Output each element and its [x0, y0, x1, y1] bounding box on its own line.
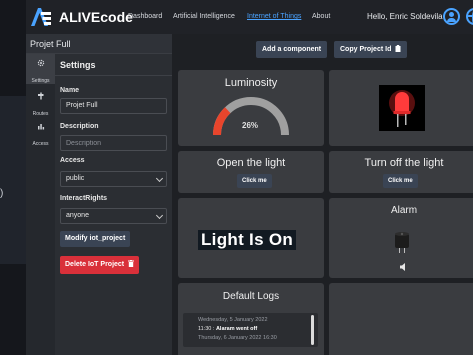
- open-light-button[interactable]: Click me: [237, 174, 272, 188]
- settings-panel: Settings Name Projet Full Description Ac…: [55, 54, 172, 355]
- chevron-down-icon: [155, 174, 164, 183]
- background-window-edge: ): [0, 0, 26, 355]
- name-field[interactable]: Projet Full: [60, 98, 167, 114]
- components-area: Add a component Copy Project Id Luminosi…: [172, 34, 473, 355]
- empty-component-card: [329, 283, 473, 355]
- chart-icon: [37, 124, 44, 130]
- modify-project-button[interactable]: Modify iot_project: [60, 231, 131, 247]
- logs-card: Default Logs Wednesday, 5 January 2022 1…: [178, 283, 324, 355]
- log-entry-time: 11:30 :: [198, 326, 215, 332]
- turn-off-light-button[interactable]: Click me: [383, 174, 418, 188]
- copy-project-id-button[interactable]: Copy Project Id: [334, 41, 408, 58]
- buzzer-icon: [395, 232, 409, 253]
- tab-routes[interactable]: Routes: [26, 87, 55, 117]
- open-light-card: Open the light Click me: [178, 151, 324, 193]
- tab-settings[interactable]: Settings: [26, 54, 55, 84]
- turn-off-light-title: Turn off the light: [364, 157, 444, 169]
- red-led-icon: [379, 85, 425, 131]
- access-select[interactable]: public: [60, 171, 167, 187]
- access-select-value: public: [66, 175, 85, 182]
- project-title: Projet Full: [30, 39, 71, 49]
- speaker-icon[interactable]: [400, 263, 408, 271]
- tab-access-label: Access: [32, 141, 49, 147]
- user-account-icon[interactable]: [443, 8, 460, 25]
- log-entry-date: Wednesday, 5 January 2022: [198, 317, 268, 323]
- interact-rights-select-value: anyone: [66, 212, 89, 219]
- user-greeting: Hello, Enric Soldevila: [367, 12, 443, 21]
- add-component-button[interactable]: Add a component: [256, 41, 328, 58]
- chevron-down-icon: [155, 211, 164, 220]
- tab-access[interactable]: Access: [26, 117, 55, 147]
- trash-icon: [128, 260, 135, 267]
- clipboard-icon: [395, 45, 401, 52]
- log-entry-date: Thursday, 6 January 2022 16:30: [198, 335, 277, 341]
- logs-list[interactable]: Wednesday, 5 January 2022 11:30 : Alaram…: [183, 313, 318, 347]
- nav-link-internet-of-things[interactable]: Internet of Things: [247, 13, 301, 20]
- luminosity-gauge: [213, 97, 289, 136]
- settings-title: Settings: [60, 60, 96, 70]
- top-navbar: ALIVEcode Dashboard Artificial Intellige…: [26, 0, 473, 34]
- access-label: Access: [60, 157, 85, 164]
- interact-rights-label: InteractRights: [60, 195, 108, 202]
- gear-icon: [37, 59, 44, 67]
- background-window-glyph: ): [0, 188, 4, 199]
- language-globe-icon[interactable]: [466, 8, 473, 25]
- background-window-band: [0, 96, 26, 264]
- light-status-text: Light Is On: [198, 230, 297, 250]
- delete-project-button[interactable]: Delete IoT Project: [60, 256, 140, 274]
- luminosity-card: Luminosity 26%: [178, 70, 324, 146]
- nav-link-dashboard[interactable]: Dashboard: [128, 13, 162, 20]
- description-field[interactable]: [60, 135, 167, 151]
- project-side-tabs: Settings Routes Access: [26, 54, 55, 355]
- brand-name[interactable]: ALIVEcode: [59, 9, 133, 25]
- alivecode-logo-icon[interactable]: [30, 7, 52, 27]
- turn-off-light-card: Turn off the light Click me: [329, 151, 473, 193]
- copy-project-id-label: Copy Project Id: [340, 46, 392, 53]
- interact-rights-select[interactable]: anyone: [60, 208, 167, 224]
- log-entry: 11:30 : Alaram went off: [198, 326, 257, 332]
- nav-link-about[interactable]: About: [312, 13, 330, 20]
- logs-scrollbar[interactable]: [311, 315, 314, 345]
- logs-title: Default Logs: [222, 291, 280, 302]
- nav-link-artificial-intelligence[interactable]: Artificial Intelligence: [173, 13, 235, 20]
- led-card: [329, 70, 473, 146]
- name-label: Name: [60, 87, 80, 94]
- log-entry-message: Alaram went off: [215, 326, 258, 332]
- open-light-title: Open the light: [216, 157, 286, 169]
- luminosity-value: 26%: [242, 121, 259, 130]
- alarm-title: Alarm: [390, 205, 418, 216]
- route-icon: [37, 92, 44, 100]
- description-label: Description: [60, 123, 99, 130]
- delete-project-label: Delete IoT Project: [65, 261, 125, 268]
- light-status-card: Light Is On: [178, 198, 324, 278]
- project-header: Projet Full: [26, 34, 172, 54]
- settings-divider: [55, 75, 172, 76]
- alarm-card: Alarm: [329, 198, 473, 278]
- luminosity-title: Luminosity: [224, 77, 278, 89]
- tab-settings-label: Settings: [31, 78, 50, 84]
